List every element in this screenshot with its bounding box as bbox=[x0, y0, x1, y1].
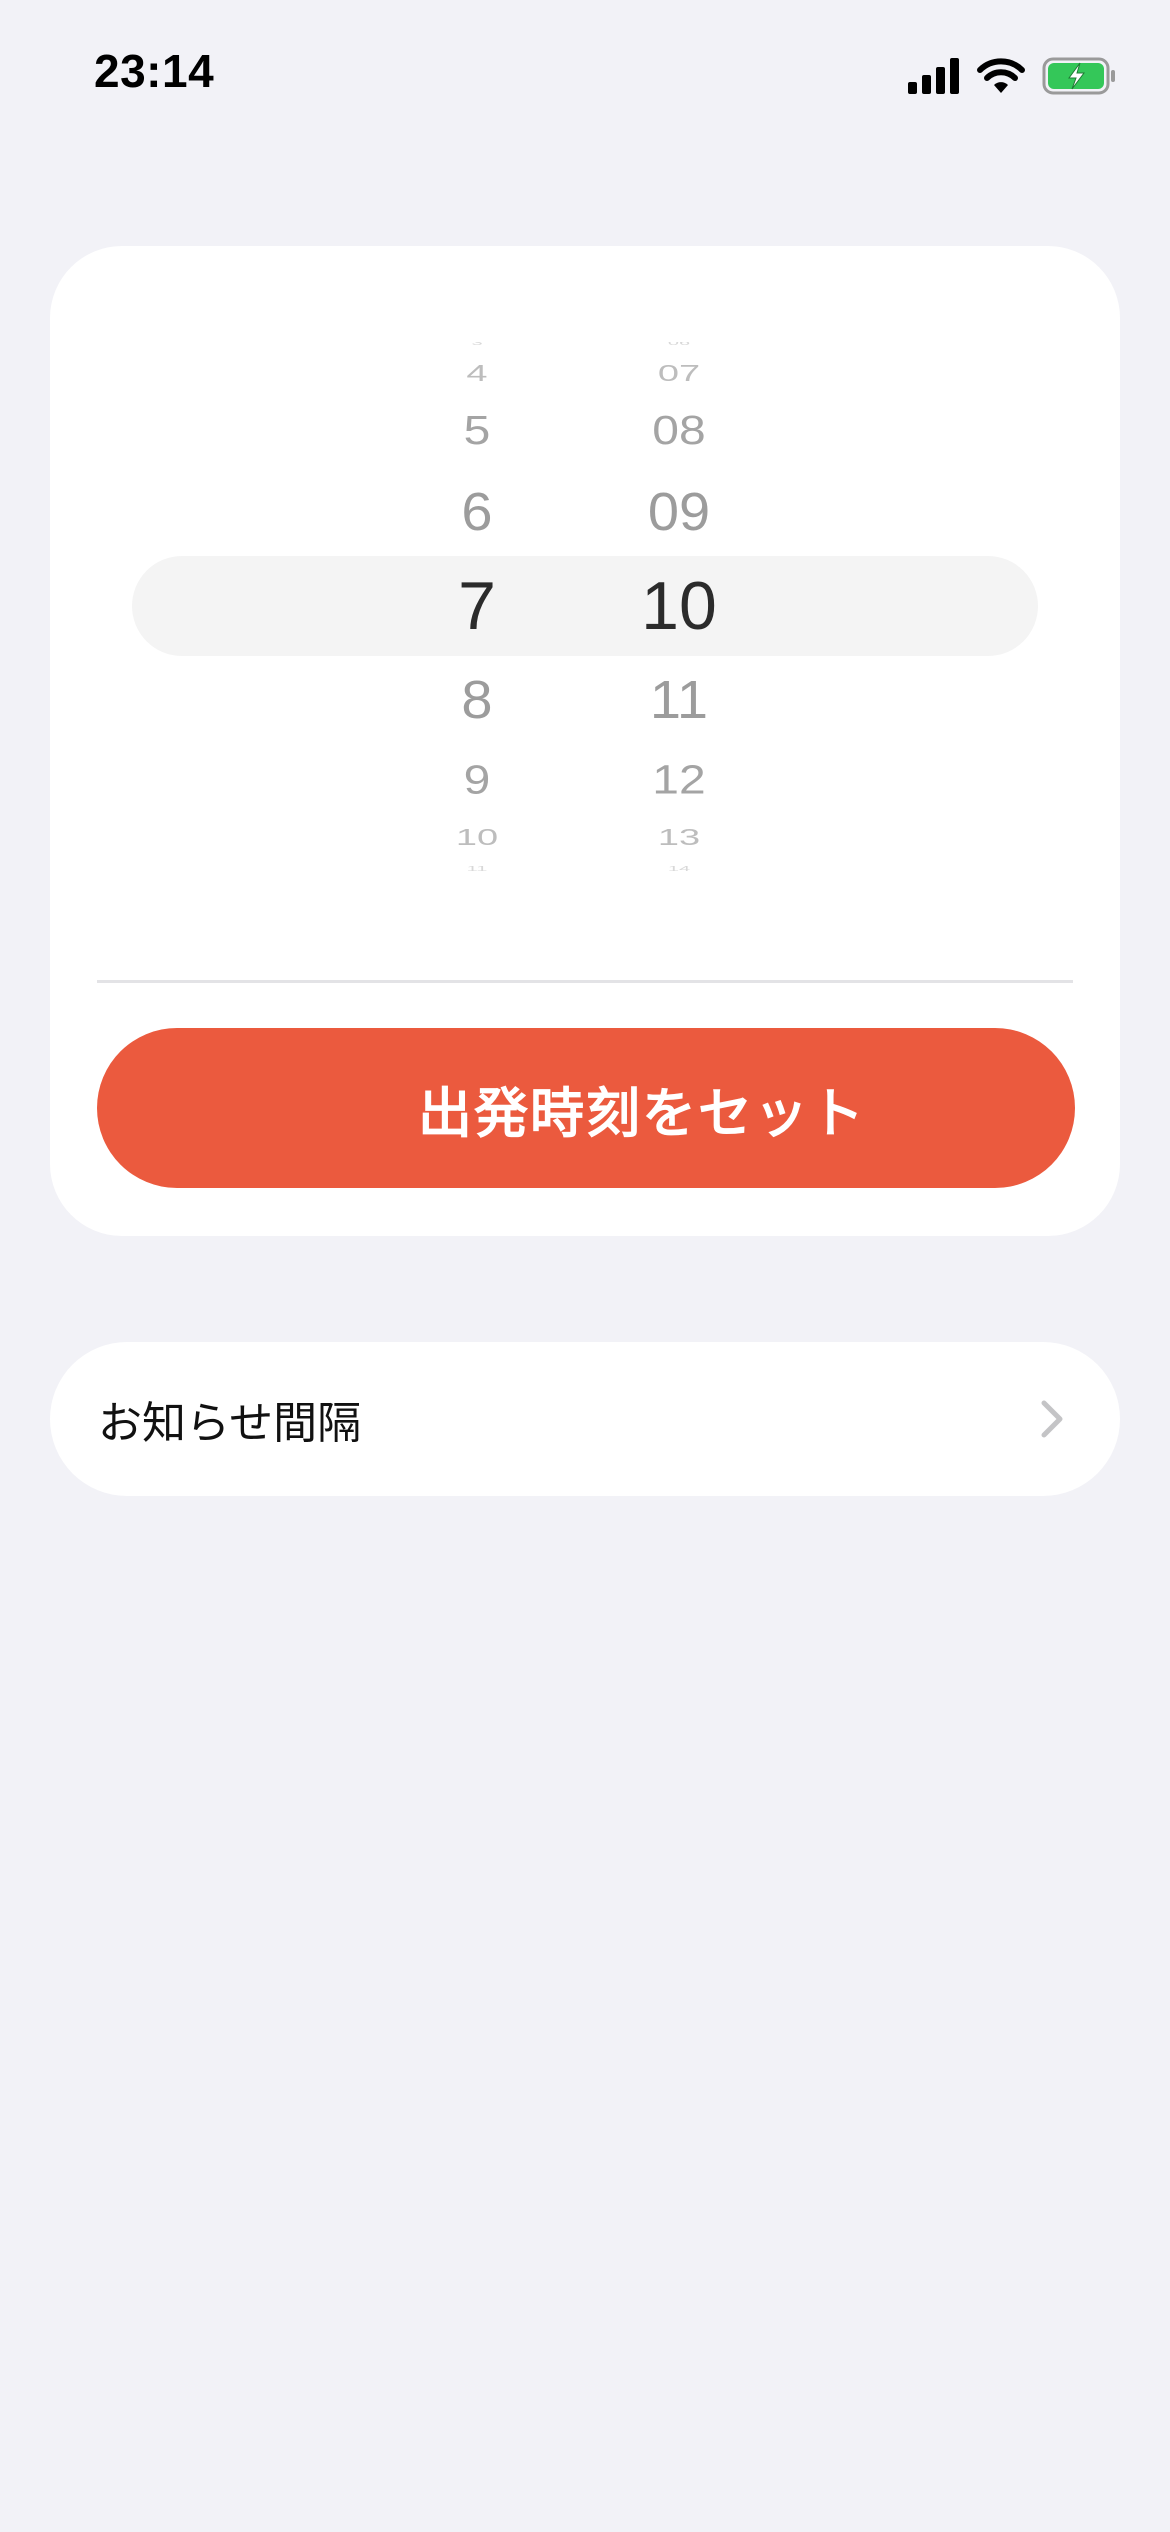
notification-interval-row[interactable]: お知らせ間隔 bbox=[50, 1342, 1120, 1496]
minute-option[interactable]: 07 bbox=[579, 363, 779, 386]
minute-option[interactable]: 06 bbox=[579, 342, 779, 347]
minute-option[interactable]: 11 bbox=[579, 673, 779, 727]
hour-option-selected[interactable]: 7 bbox=[377, 572, 577, 640]
divider bbox=[97, 980, 1073, 983]
battery-charging-icon bbox=[1042, 57, 1115, 95]
minute-option[interactable]: 09 bbox=[579, 485, 779, 539]
hour-option[interactable]: 3 bbox=[377, 342, 577, 347]
time-picker-card: 3 4 5 6 7 8 9 10 11 06 07 08 09 10 11 12 13 14 出発時刻をセット bbox=[50, 246, 1120, 1236]
status-time: 23:14 bbox=[94, 45, 215, 97]
chevron-right-icon bbox=[1041, 1400, 1063, 1438]
hour-option[interactable]: 9 bbox=[377, 760, 577, 802]
hour-option[interactable]: 11 bbox=[377, 866, 577, 873]
minute-option[interactable]: 12 bbox=[579, 760, 779, 802]
minute-wheel[interactable]: 06 07 08 09 10 11 12 13 14 bbox=[579, 342, 779, 882]
hour-wheel[interactable]: 3 4 5 6 7 8 9 10 11 bbox=[377, 342, 577, 882]
hour-option[interactable]: 5 bbox=[377, 410, 577, 452]
hour-option[interactable]: 8 bbox=[377, 673, 577, 727]
hour-option[interactable]: 10 bbox=[377, 827, 577, 850]
minute-option[interactable]: 08 bbox=[579, 410, 779, 452]
status-icons bbox=[908, 54, 1116, 98]
set-departure-time-button[interactable]: 出発時刻をセット bbox=[97, 1028, 1075, 1188]
minute-option-selected[interactable]: 10 bbox=[579, 572, 779, 640]
hour-option[interactable]: 4 bbox=[377, 363, 577, 386]
cellular-signal-icon bbox=[908, 58, 959, 94]
minute-option[interactable]: 13 bbox=[579, 827, 779, 850]
hour-option[interactable]: 6 bbox=[377, 485, 577, 539]
minute-option[interactable]: 14 bbox=[579, 866, 779, 873]
wifi-icon bbox=[977, 58, 1025, 93]
notification-interval-label: お知らせ間隔 bbox=[98, 1398, 362, 1449]
time-picker[interactable]: 3 4 5 6 7 8 9 10 11 06 07 08 09 10 11 12 13 14 bbox=[50, 342, 1120, 882]
status-bar: 23:14 bbox=[0, 0, 1170, 140]
